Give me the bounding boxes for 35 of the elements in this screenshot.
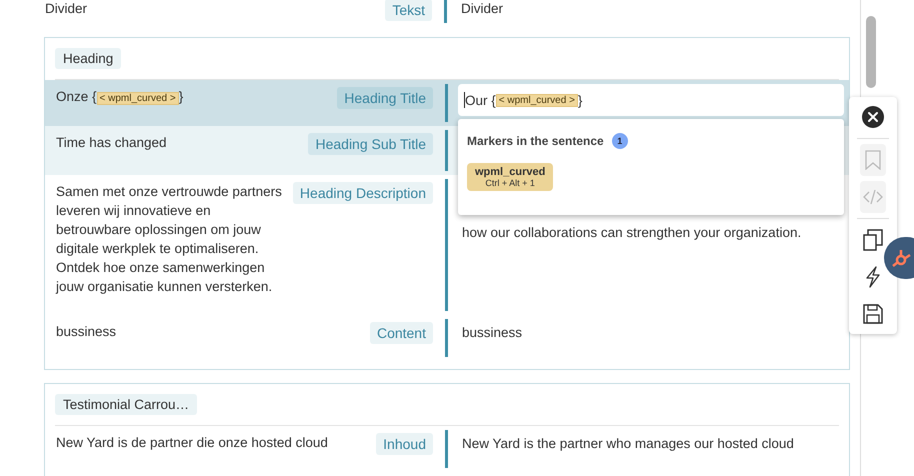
segment-text: } — [578, 92, 582, 108]
scrollbar-thumb[interactable] — [866, 16, 876, 88]
segment-text: bussiness — [56, 324, 116, 339]
translation-text: bussiness — [462, 325, 522, 340]
segment-text: Onze { — [56, 89, 97, 104]
translation-input[interactable]: Our { < wpml_curved > } — [458, 84, 844, 116]
translation-row[interactable]: New Yard is de partner die onze hosted cloud Inhoud New Yard is the partner who manages our hosted cloud — [45, 426, 849, 472]
field-tag: Heading Sub Title — [308, 133, 433, 155]
marker-option[interactable]: wpml_curved Ctrl + Alt + 1 — [467, 163, 554, 191]
code-icon — [863, 189, 883, 205]
copy-icon — [863, 229, 883, 251]
section-title: Testimonial Carrou… — [55, 394, 198, 415]
translation-text: Divider — [461, 1, 504, 16]
segment-text: Time has changed — [56, 135, 167, 150]
section-title: Heading — [55, 48, 122, 69]
translation-text: New Yard is the partner who manages our hosted cloud — [462, 436, 794, 451]
bookmark-icon — [865, 150, 881, 170]
segment-text: } — [178, 89, 184, 104]
close-icon — [862, 106, 884, 128]
field-tag: Content — [370, 322, 433, 344]
field-tag: Tekst — [385, 0, 432, 21]
bolt-icon — [865, 266, 881, 288]
save-icon — [863, 304, 883, 324]
marker-tag: < wpml_curved > — [496, 94, 578, 106]
translation-text: how our collaborations can strengthen your organization. — [462, 225, 802, 240]
translation-row[interactable]: bussiness Content bussiness — [45, 315, 849, 361]
marker-tag: < wpml_curved > — [96, 92, 179, 105]
dropdown-title: Markers in the sentence — [467, 134, 604, 148]
field-tag: Heading Title — [337, 87, 433, 109]
field-tag: Inhoud — [376, 433, 433, 455]
segment-text: New Yard is de partner die onze hosted cloud — [56, 435, 328, 450]
segment-text: Our { — [465, 92, 496, 108]
source-text: Divider — [45, 0, 88, 18]
field-tag: Heading Description — [292, 182, 433, 204]
count-badge: 1 — [612, 133, 628, 149]
